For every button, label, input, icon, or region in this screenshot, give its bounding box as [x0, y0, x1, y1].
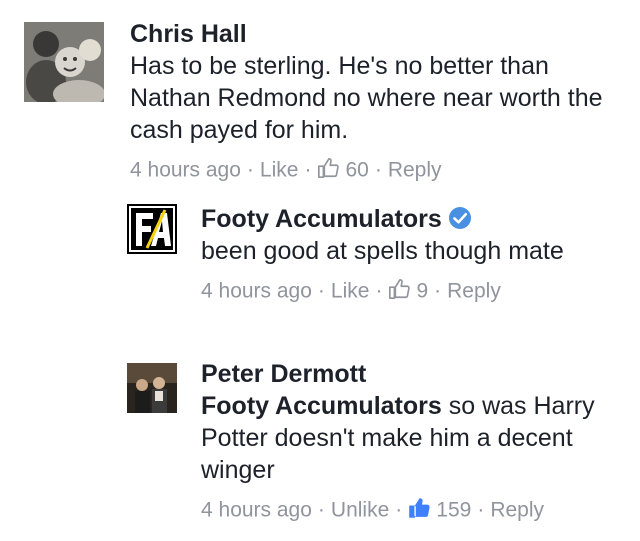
reply-button[interactable]: Reply: [388, 158, 442, 181]
comment-author-row: Footy Accumulators: [201, 203, 621, 235]
avatar[interactable]: [24, 22, 104, 102]
thumbs-up-icon: [389, 279, 411, 299]
comment-meta: 4 hours ago · Like · 9 · Reply: [201, 279, 501, 303]
comment-timestamp[interactable]: 4 hours ago: [130, 158, 241, 181]
comment-meta: 4 hours ago · Like · 60 · Reply: [130, 158, 442, 182]
unlike-button[interactable]: Unlike: [331, 498, 389, 521]
like-count: 9: [416, 279, 429, 303]
thumbs-up-icon: [409, 498, 430, 518]
comment-timestamp[interactable]: 4 hours ago: [201, 498, 312, 521]
mention-link[interactable]: Footy Accumulators: [201, 392, 442, 420]
like-count: 60: [345, 158, 369, 182]
reply-button[interactable]: Reply: [490, 498, 544, 521]
comment-text: Footy Accumulators so was Harry Potter d…: [201, 390, 631, 486]
comment-meta: 4 hours ago · Unlike · 159 · Reply: [201, 498, 545, 522]
comment-author[interactable]: Chris Hall: [130, 18, 620, 50]
like-count: 159: [436, 498, 472, 522]
verified-badge-icon: [448, 207, 471, 229]
like-button[interactable]: Like: [260, 158, 299, 181]
comment-timestamp[interactable]: 4 hours ago: [201, 279, 312, 302]
like-button[interactable]: Like: [331, 279, 370, 302]
comment-author[interactable]: Footy Accumulators: [201, 205, 442, 233]
comment-body: Peter Dermott Footy Accumulators so was …: [201, 358, 631, 524]
comment-body: Footy Accumulators been good at spells t…: [201, 203, 621, 305]
comment-text: been good at spells though mate: [201, 237, 564, 265]
avatar[interactable]: [127, 363, 177, 413]
comment-text: Has to be sterling. He's no better than …: [130, 52, 603, 144]
footy-accumulators-logo[interactable]: [127, 204, 177, 254]
reply-button[interactable]: Reply: [447, 279, 501, 302]
thumbs-up-icon: [318, 158, 340, 178]
comment-author[interactable]: Peter Dermott: [201, 358, 631, 390]
comment-body: Chris Hall Has to be sterling. He's no b…: [130, 18, 620, 184]
